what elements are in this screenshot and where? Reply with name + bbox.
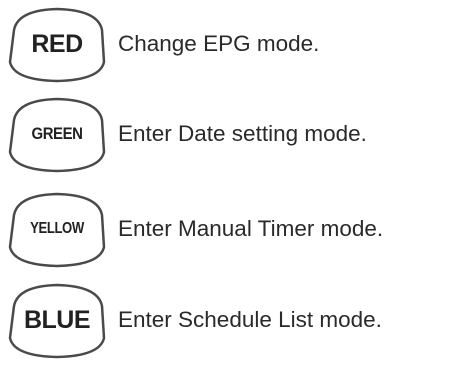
red-button-icon: RED — [2, 4, 112, 84]
legend-row-yellow: YELLOW Enter Manual Timer mode. — [0, 189, 450, 269]
green-description: Enter Date setting mode. — [118, 121, 367, 146]
blue-description: Enter Schedule List mode. — [118, 307, 382, 332]
red-description: Change EPG mode. — [118, 31, 320, 56]
legend-row-blue: BLUE Enter Schedule List mode. — [0, 280, 450, 360]
yellow-description: Enter Manual Timer mode. — [118, 216, 384, 241]
legend-row-red: RED Change EPG mode. — [0, 4, 450, 84]
red-button-label: RED — [31, 29, 83, 58]
yellow-button-label: YELLOW — [30, 220, 84, 237]
yellow-button-icon: YELLOW — [2, 189, 112, 269]
green-button-icon: GREEN — [2, 94, 112, 174]
blue-button-label: BLUE — [23, 305, 91, 334]
green-button-label: GREEN — [31, 124, 83, 143]
blue-button-icon: BLUE — [2, 280, 112, 360]
button-legend: RED Change EPG mode. GREEN Enter Date se… — [0, 0, 450, 365]
legend-row-green: GREEN Enter Date setting mode. — [0, 94, 450, 174]
